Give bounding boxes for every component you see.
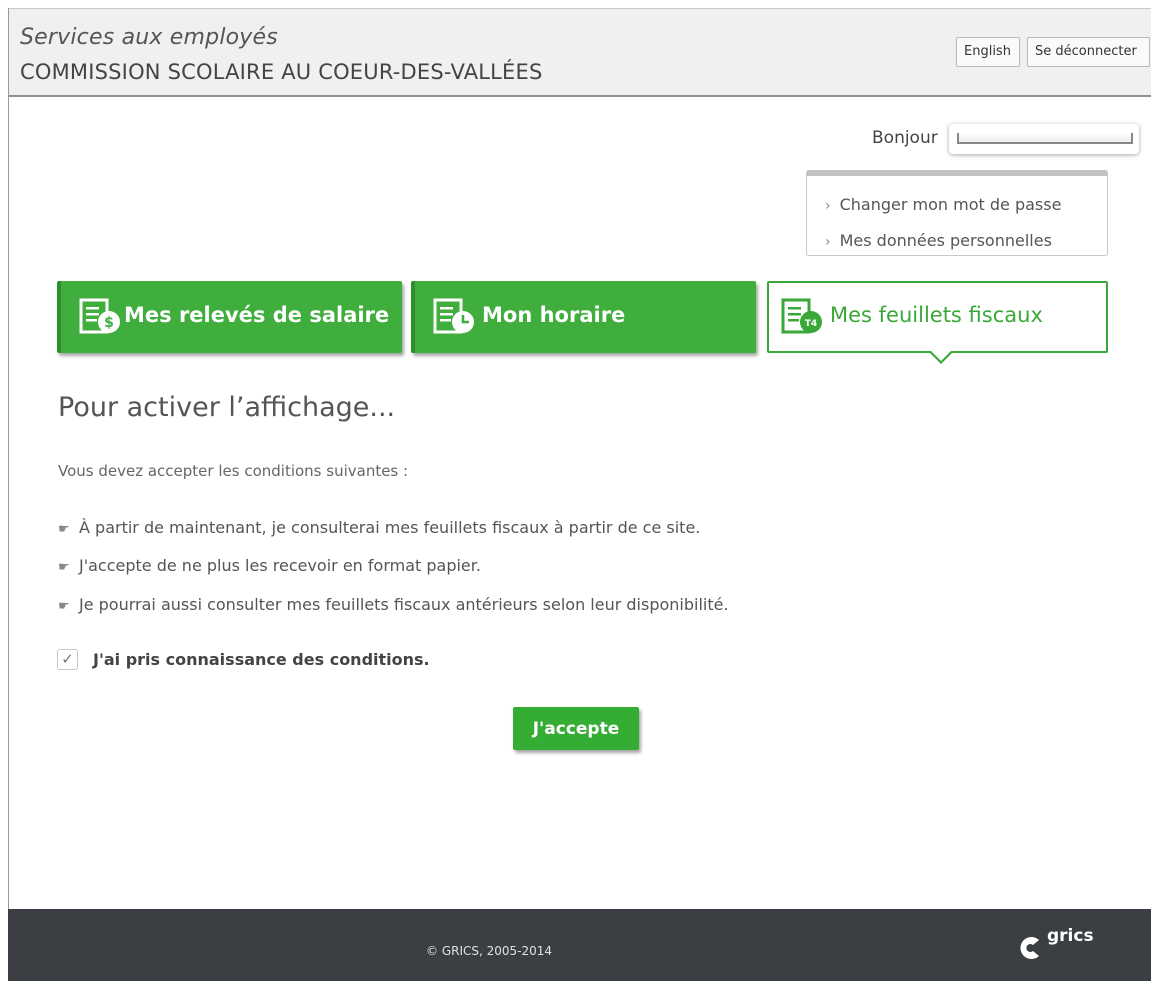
menu-item-label: Changer mon mot de passe: [839, 195, 1062, 214]
conditions-intro: Vous devez accepter les conditions suiva…: [58, 462, 409, 480]
tile-label: Mes relevés de salaire: [124, 303, 390, 327]
condition-text: À partir de maintenant, je consulterai m…: [79, 518, 701, 537]
greeting-label: Bonjour: [872, 128, 938, 148]
language-button[interactable]: English: [956, 37, 1020, 67]
grics-logo-text: grics: [1047, 926, 1094, 946]
menu-item-change-password[interactable]: › Changer mon mot de passe: [825, 195, 1061, 214]
app-subtitle: Services aux employés: [20, 25, 278, 50]
tile-schedule[interactable]: Mon horaire: [411, 281, 756, 353]
pointing-hand-icon: ☛: [58, 522, 70, 537]
menu-item-personal-data[interactable]: › Mes données personnelles: [825, 231, 1052, 250]
pointing-hand-icon: ☛: [58, 560, 70, 575]
tile-pay-statements[interactable]: $ Mes relevés de salaire: [57, 281, 402, 353]
tax-slip-icon: T4: [781, 298, 822, 334]
pay-statement-icon: $: [79, 298, 120, 334]
checkmark-icon: ✓: [61, 650, 74, 668]
tile-label: Mes feuillets fiscaux: [830, 303, 1043, 327]
copyright-text: © GRICS, 2005-2014: [426, 944, 553, 958]
page-footer: © GRICS, 2005-2014 grics: [8, 909, 1151, 981]
accept-conditions-checkbox[interactable]: ✓: [57, 649, 78, 670]
grics-logo-icon: [1020, 937, 1039, 959]
account-menu: › Changer mon mot de passe › Mes données p…: [806, 170, 1108, 256]
condition-item: ☛ J'accepte de ne plus les recevoir en fo…: [58, 556, 481, 575]
chevron-right-icon: ›: [825, 198, 831, 214]
pointing-hand-icon: ☛: [58, 599, 70, 614]
accept-button[interactable]: J'accepte: [513, 707, 639, 750]
page-header: Services aux employés COMMISSION SCOLAIR…: [9, 9, 1151, 97]
tile-tax-slips[interactable]: T4 Mes feuillets fiscaux: [767, 281, 1108, 364]
menu-item-label: Mes données personnelles: [839, 231, 1052, 250]
organization-name: COMMISSION SCOLAIRE AU COEUR-DES-VALLÉES: [20, 60, 543, 84]
condition-item: ☛ À partir de maintenant, je consulterai …: [58, 518, 700, 537]
condition-text: J'accepte de ne plus les recevoir en for…: [79, 556, 481, 575]
window-left-border: [8, 8, 9, 981]
svg-text:T4: T4: [805, 319, 817, 329]
active-tab-pointer-fill: [931, 351, 951, 361]
username-redacted: [957, 133, 1133, 144]
logout-button[interactable]: Se déconnecter: [1027, 37, 1150, 67]
schedule-icon: [433, 298, 474, 334]
svg-text:$: $: [104, 315, 114, 331]
chevron-right-icon: ›: [825, 234, 831, 250]
grics-logo[interactable]: grics: [1017, 926, 1117, 966]
accept-conditions-label[interactable]: J'ai pris connaissance des conditions.: [93, 650, 430, 669]
username-display: [949, 124, 1139, 154]
tile-label: Mon horaire: [482, 303, 626, 327]
page-title: Pour activer l’affichage...: [58, 392, 396, 423]
condition-text: Je pourrai aussi consulter mes feuillets…: [79, 595, 729, 614]
condition-item: ☛ Je pourrai aussi consulter mes feuillet…: [58, 595, 729, 614]
